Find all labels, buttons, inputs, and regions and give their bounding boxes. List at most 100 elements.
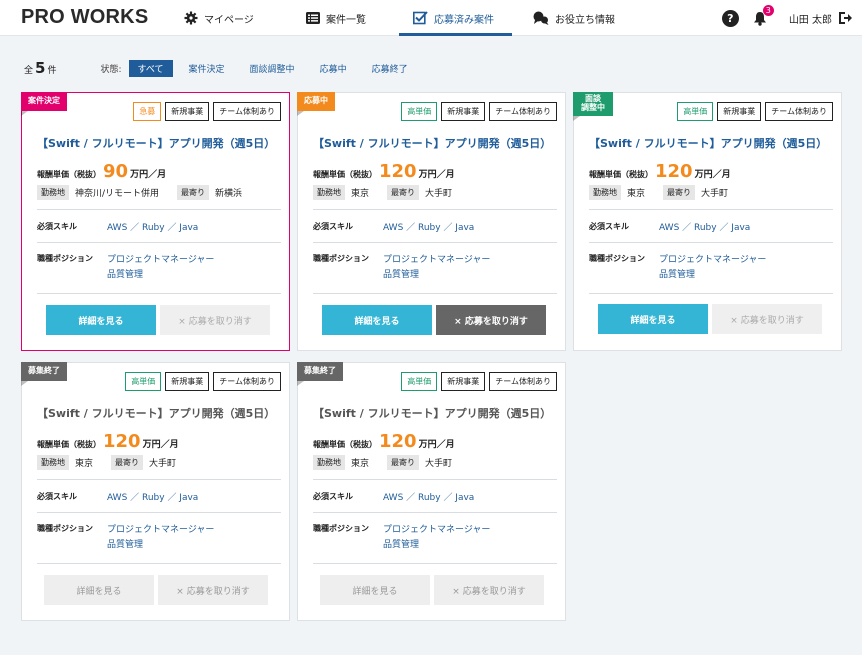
location-row: 勤務地 東京 最寄り 大手町: [313, 455, 470, 470]
nav-applied-jobs[interactable]: 応募済み案件: [399, 0, 512, 36]
job-title[interactable]: 【Swift / フルリモート】アプリ開発（週5日）: [589, 135, 827, 151]
divider: [589, 242, 833, 243]
tag-list: 高単価 新規事業 チーム体制あり: [397, 372, 557, 391]
cancel-application-button[interactable]: × 応募を取り消す: [160, 305, 270, 335]
skills-label: 必須スキル: [589, 222, 629, 231]
price: 報酬単価（税抜） 120 万円／月: [37, 431, 179, 452]
status-line-1: 面談: [585, 94, 601, 103]
job-card: 案件決定 急募 新規事業 チーム体制あり 【Swift / フルリモート】アプリ…: [21, 92, 290, 351]
nav-job-list[interactable]: 案件一覧: [306, 0, 366, 36]
status-line-2: 調整中: [581, 102, 605, 112]
filter-chip-closed[interactable]: 応募終了: [363, 60, 417, 77]
cancel-application-button[interactable]: × 応募を取り消す: [712, 304, 822, 334]
list-icon: [306, 12, 320, 24]
tag-high-pay: 高単価: [401, 372, 438, 391]
skills-row: 必須スキル AWS ／ Ruby ／ Java: [589, 221, 750, 236]
divider: [313, 479, 557, 480]
tag-team: チーム体制あり: [489, 372, 557, 391]
skills-label: 必須スキル: [313, 222, 353, 231]
nav-mypage[interactable]: マイページ: [184, 0, 254, 36]
status-ribbon: 募集終了: [297, 362, 343, 386]
skills-label: 必須スキル: [37, 222, 77, 231]
tag-team: チーム体制あり: [213, 372, 281, 391]
tag-team: チーム体制あり: [489, 102, 557, 121]
status-filter-bar: 全 5 件 状態: すべて 案件決定 面談調整中 応募中 応募終了: [24, 59, 417, 77]
cancel-application-button[interactable]: × 応募を取り消す: [436, 305, 546, 335]
tag-high-pay: 高単価: [125, 372, 162, 391]
job-card: 応募中 高単価 新規事業 チーム体制あり 【Swift / フルリモート】アプリ…: [297, 92, 566, 351]
skills-value: AWS ／ Ruby ／ Java: [659, 223, 751, 233]
location-row: 勤務地 東京 最寄り 大手町: [589, 185, 746, 200]
price-label: 報酬単価（税抜）: [37, 440, 101, 449]
divider: [37, 242, 281, 243]
status-label: 状態:: [100, 64, 122, 75]
tag-list: 高単価 新規事業 チーム体制あり: [121, 372, 281, 391]
station-label: 最寄り: [387, 185, 420, 200]
job-title[interactable]: 【Swift / フルリモート】アプリ開発（週5日）: [313, 405, 551, 421]
position-1: プロジェクトマネージャー: [383, 525, 491, 535]
checkbox-icon: [413, 11, 428, 25]
filter-chip-applying[interactable]: 応募中: [311, 60, 356, 77]
position-values: プロジェクトマネージャー 品質管理: [383, 523, 490, 553]
nav-useful-info[interactable]: お役立ち情報: [533, 0, 615, 36]
view-detail-button[interactable]: 詳細を見る: [46, 305, 156, 335]
location-label: 勤務地: [589, 185, 621, 200]
divider: [313, 242, 557, 243]
logout-icon[interactable]: [838, 11, 852, 25]
logo[interactable]: PRO WORKS: [21, 6, 148, 29]
view-detail-button[interactable]: 詳細を見る: [322, 305, 432, 335]
cancel-application-button[interactable]: × 応募を取り消す: [158, 575, 268, 605]
job-title[interactable]: 【Swift / フルリモート】アプリ開発（週5日）: [37, 405, 275, 421]
position-row: 職種ポジション プロジェクトマネージャー 品質管理: [313, 253, 490, 283]
view-detail-button[interactable]: 詳細を見る: [320, 575, 430, 605]
skills-value: AWS ／ Ruby ／ Java: [383, 493, 475, 503]
divider: [313, 563, 557, 564]
location-value: 東京: [75, 459, 94, 469]
view-detail-button[interactable]: 詳細を見る: [598, 304, 708, 334]
position-label: 職種ポジション: [313, 254, 369, 263]
total-suffix: 件: [47, 66, 57, 76]
position-label: 職種ポジション: [589, 254, 645, 263]
nav-mypage-label: マイページ: [204, 14, 254, 26]
price-amount: 120: [103, 431, 141, 452]
nav-applied-jobs-label: 応募済み案件: [434, 14, 494, 26]
status-ribbon: 募集終了: [21, 362, 67, 386]
location-label: 勤務地: [37, 185, 69, 200]
view-detail-button[interactable]: 詳細を見る: [44, 575, 154, 605]
tag-list: 高単価 新規事業 チーム体制あり: [673, 102, 833, 121]
tag-new-business: 新規事業: [717, 102, 762, 121]
position-2: 品質管理: [107, 540, 144, 550]
station-label: 最寄り: [387, 455, 420, 470]
job-title[interactable]: 【Swift / フルリモート】アプリ開発（週5日）: [313, 135, 551, 151]
user-name[interactable]: 山田 太郎: [789, 11, 832, 26]
price-amount: 120: [655, 161, 693, 182]
location-label: 勤務地: [37, 455, 69, 470]
notification-button[interactable]: 3: [753, 4, 774, 26]
filter-chip-decided[interactable]: 案件決定: [180, 60, 234, 77]
location-row: 勤務地 神奈川/リモート併用 最寄り 新横浜: [37, 185, 260, 200]
help-icon[interactable]: ?: [721, 9, 739, 27]
station-label: 最寄り: [663, 185, 696, 200]
filter-chip-interview[interactable]: 面談調整中: [241, 60, 304, 77]
price-amount: 120: [379, 431, 417, 452]
price-amount: 120: [379, 161, 417, 182]
filter-chip-all[interactable]: すべて: [128, 59, 173, 77]
location-label: 勤務地: [313, 455, 345, 470]
station-value: 大手町: [149, 459, 177, 469]
job-title[interactable]: 【Swift / フルリモート】アプリ開発（週5日）: [37, 135, 275, 151]
tag-team: チーム体制あり: [765, 102, 833, 121]
divider: [37, 293, 281, 294]
position-row: 職種ポジション プロジェクトマネージャー 品質管理: [589, 253, 766, 283]
tag-new-business: 新規事業: [165, 102, 210, 121]
position-label: 職種ポジション: [37, 524, 93, 533]
price-unit: 万円／月: [418, 440, 455, 450]
location-value: 東京: [351, 189, 370, 199]
skills-value: AWS ／ Ruby ／ Java: [383, 223, 475, 233]
skills-value: AWS ／ Ruby ／ Java: [107, 223, 199, 233]
header-user-area: ? 3 山田 太郎: [721, 0, 852, 36]
tag-high-pay: 高単価: [677, 102, 714, 121]
location-value: 東京: [627, 189, 646, 199]
cancel-application-button[interactable]: × 応募を取り消す: [434, 575, 544, 605]
divider: [37, 512, 281, 513]
job-card: 面談 調整中 高単価 新規事業 チーム体制あり 【Swift / フルリモート】…: [573, 92, 842, 351]
